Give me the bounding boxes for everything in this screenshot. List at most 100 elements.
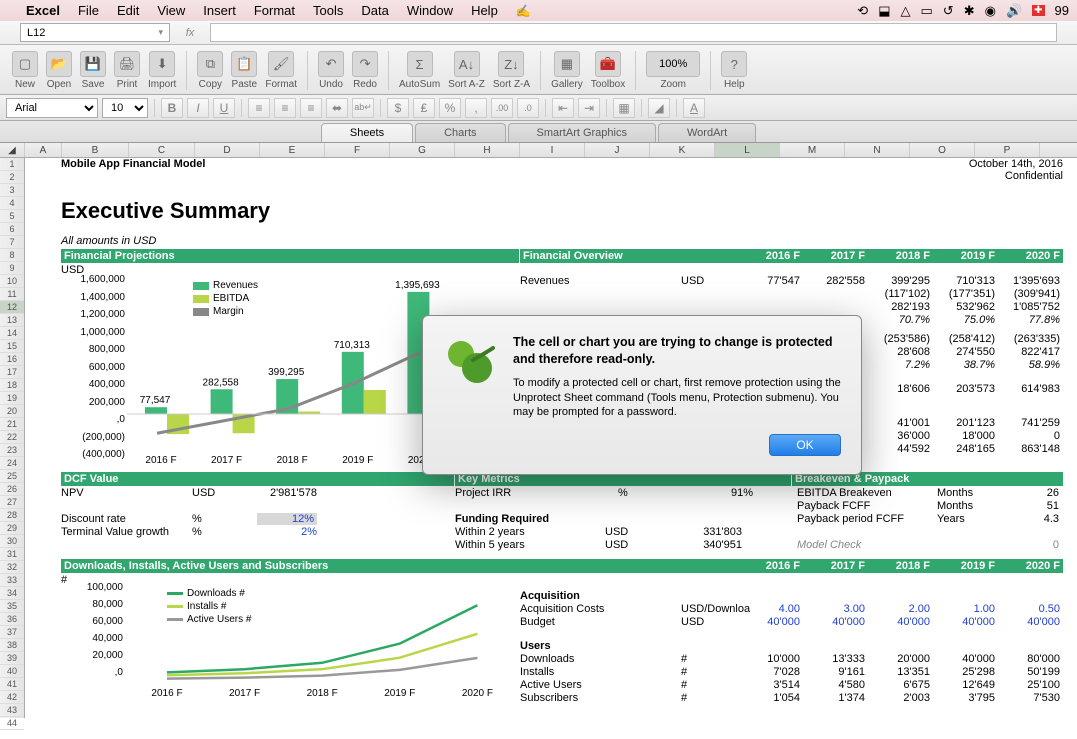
col-header-N[interactable]: N [845, 143, 910, 157]
font-size-select[interactable]: 10 [102, 98, 148, 118]
bluetooth-icon[interactable]: ✱ [964, 3, 975, 19]
format-button[interactable]: 🖌Format [261, 51, 301, 90]
currency-button[interactable]: $ [387, 98, 409, 118]
row-header-38[interactable]: 38 [0, 639, 24, 652]
wifi-icon[interactable]: ◉ [985, 3, 996, 19]
col-header-A[interactable]: A [25, 143, 62, 157]
col-header-E[interactable]: E [260, 143, 325, 157]
row-header-29[interactable]: 29 [0, 522, 24, 535]
tab-wordart[interactable]: WordArt [658, 123, 756, 142]
menu-window[interactable]: Window [407, 3, 453, 18]
row-header-8[interactable]: 8 [0, 249, 24, 262]
row-header-32[interactable]: 32 [0, 561, 24, 574]
menu-view[interactable]: View [157, 3, 185, 18]
font-name-select[interactable]: Arial [6, 98, 98, 118]
row-header-36[interactable]: 36 [0, 613, 24, 626]
redo-button[interactable]: ↷Redo [348, 51, 382, 90]
zoom-button[interactable]: 100%Zoom [642, 51, 704, 90]
percent-button[interactable]: % [439, 98, 461, 118]
new-button[interactable]: ▢New [8, 51, 42, 90]
underline-button[interactable]: U [213, 98, 235, 118]
row-header-16[interactable]: 16 [0, 353, 24, 366]
merge-button[interactable]: ⬌ [326, 98, 348, 118]
row-header-11[interactable]: 11 [0, 288, 24, 301]
row-header-23[interactable]: 23 [0, 444, 24, 457]
row-header-34[interactable]: 34 [0, 587, 24, 600]
flag-icon[interactable]: ✚ [1032, 5, 1044, 16]
menu-data[interactable]: Data [361, 3, 388, 18]
row-header-33[interactable]: 33 [0, 574, 24, 587]
align-center-button[interactable]: ≡ [274, 98, 296, 118]
menu-insert[interactable]: Insert [203, 3, 236, 18]
help-button[interactable]: ?Help [717, 51, 751, 90]
row-header-30[interactable]: 30 [0, 535, 24, 548]
undo-button[interactable]: ↶Undo [314, 51, 348, 90]
drive-icon[interactable]: △ [901, 3, 911, 19]
row-header-18[interactable]: 18 [0, 379, 24, 392]
paste-button[interactable]: 📋Paste [227, 51, 261, 90]
row-header-9[interactable]: 9 [0, 262, 24, 275]
tab-charts[interactable]: Charts [415, 123, 505, 142]
app-name[interactable]: Excel [26, 3, 60, 18]
col-header-H[interactable]: H [455, 143, 520, 157]
row-header-25[interactable]: 25 [0, 470, 24, 483]
menu-format[interactable]: Format [254, 3, 295, 18]
row-header-19[interactable]: 19 [0, 392, 24, 405]
row-header-26[interactable]: 26 [0, 483, 24, 496]
col-header-G[interactable]: G [390, 143, 455, 157]
open-button[interactable]: 📂Open [42, 51, 76, 90]
autosum-button[interactable]: ΣAutoSum [395, 51, 444, 90]
col-header-C[interactable]: C [129, 143, 195, 157]
row-header-20[interactable]: 20 [0, 405, 24, 418]
row-header-24[interactable]: 24 [0, 457, 24, 470]
menu-edit[interactable]: Edit [117, 3, 139, 18]
namebox-dropdown-icon[interactable]: ▾ [158, 27, 163, 38]
row-header-37[interactable]: 37 [0, 626, 24, 639]
col-header-O[interactable]: O [910, 143, 975, 157]
row-header-12[interactable]: 12 [0, 301, 24, 314]
row-header-31[interactable]: 31 [0, 548, 24, 561]
sort-a-z-button[interactable]: A↓Sort A-Z [444, 51, 489, 90]
col-header-D[interactable]: D [195, 143, 260, 157]
col-header-M[interactable]: M [780, 143, 845, 157]
currency2-button[interactable]: ₤ [413, 98, 435, 118]
dec-decimal-button[interactable]: .0 [517, 98, 539, 118]
display-icon[interactable]: ▭ [921, 3, 933, 19]
col-header-L[interactable]: L [715, 143, 780, 157]
align-right-button[interactable]: ≡ [300, 98, 322, 118]
row-header-42[interactable]: 42 [0, 691, 24, 704]
row-header-44[interactable]: 44 [0, 717, 24, 730]
row-header-7[interactable]: 7 [0, 236, 24, 249]
col-header-I[interactable]: I [520, 143, 585, 157]
row-header-1[interactable]: 1 [0, 158, 24, 171]
volume-icon[interactable]: 🔊 [1006, 3, 1022, 19]
col-header-K[interactable]: K [650, 143, 715, 157]
copy-button[interactable]: ⧉Copy [193, 51, 227, 90]
text-color-button[interactable]: A [683, 98, 705, 118]
formula-input[interactable] [210, 23, 1057, 42]
row-header-13[interactable]: 13 [0, 314, 24, 327]
row-header-17[interactable]: 17 [0, 366, 24, 379]
align-left-button[interactable]: ≡ [248, 98, 270, 118]
row-header-6[interactable]: 6 [0, 223, 24, 236]
menu-help[interactable]: Help [471, 3, 498, 18]
row-header-4[interactable]: 4 [0, 197, 24, 210]
row-header-14[interactable]: 14 [0, 327, 24, 340]
fx-icon[interactable]: fx [180, 27, 200, 39]
bold-button[interactable]: B [161, 98, 183, 118]
row-header-27[interactable]: 27 [0, 496, 24, 509]
menu-file[interactable]: File [78, 3, 99, 18]
row-header-10[interactable]: 10 [0, 275, 24, 288]
row-header-5[interactable]: 5 [0, 210, 24, 223]
borders-button[interactable]: ▦ [613, 98, 635, 118]
row-header-40[interactable]: 40 [0, 665, 24, 678]
col-header-B[interactable]: B [62, 143, 129, 157]
indent-right-button[interactable]: ⇥ [578, 98, 600, 118]
row-header-35[interactable]: 35 [0, 600, 24, 613]
row-header-43[interactable]: 43 [0, 704, 24, 717]
row-header-3[interactable]: 3 [0, 184, 24, 197]
row-header-39[interactable]: 39 [0, 652, 24, 665]
name-box[interactable]: L12 ▾ [20, 23, 170, 42]
inc-decimal-button[interactable]: .00 [491, 98, 513, 118]
toolbox-button[interactable]: 🧰Toolbox [587, 51, 629, 90]
